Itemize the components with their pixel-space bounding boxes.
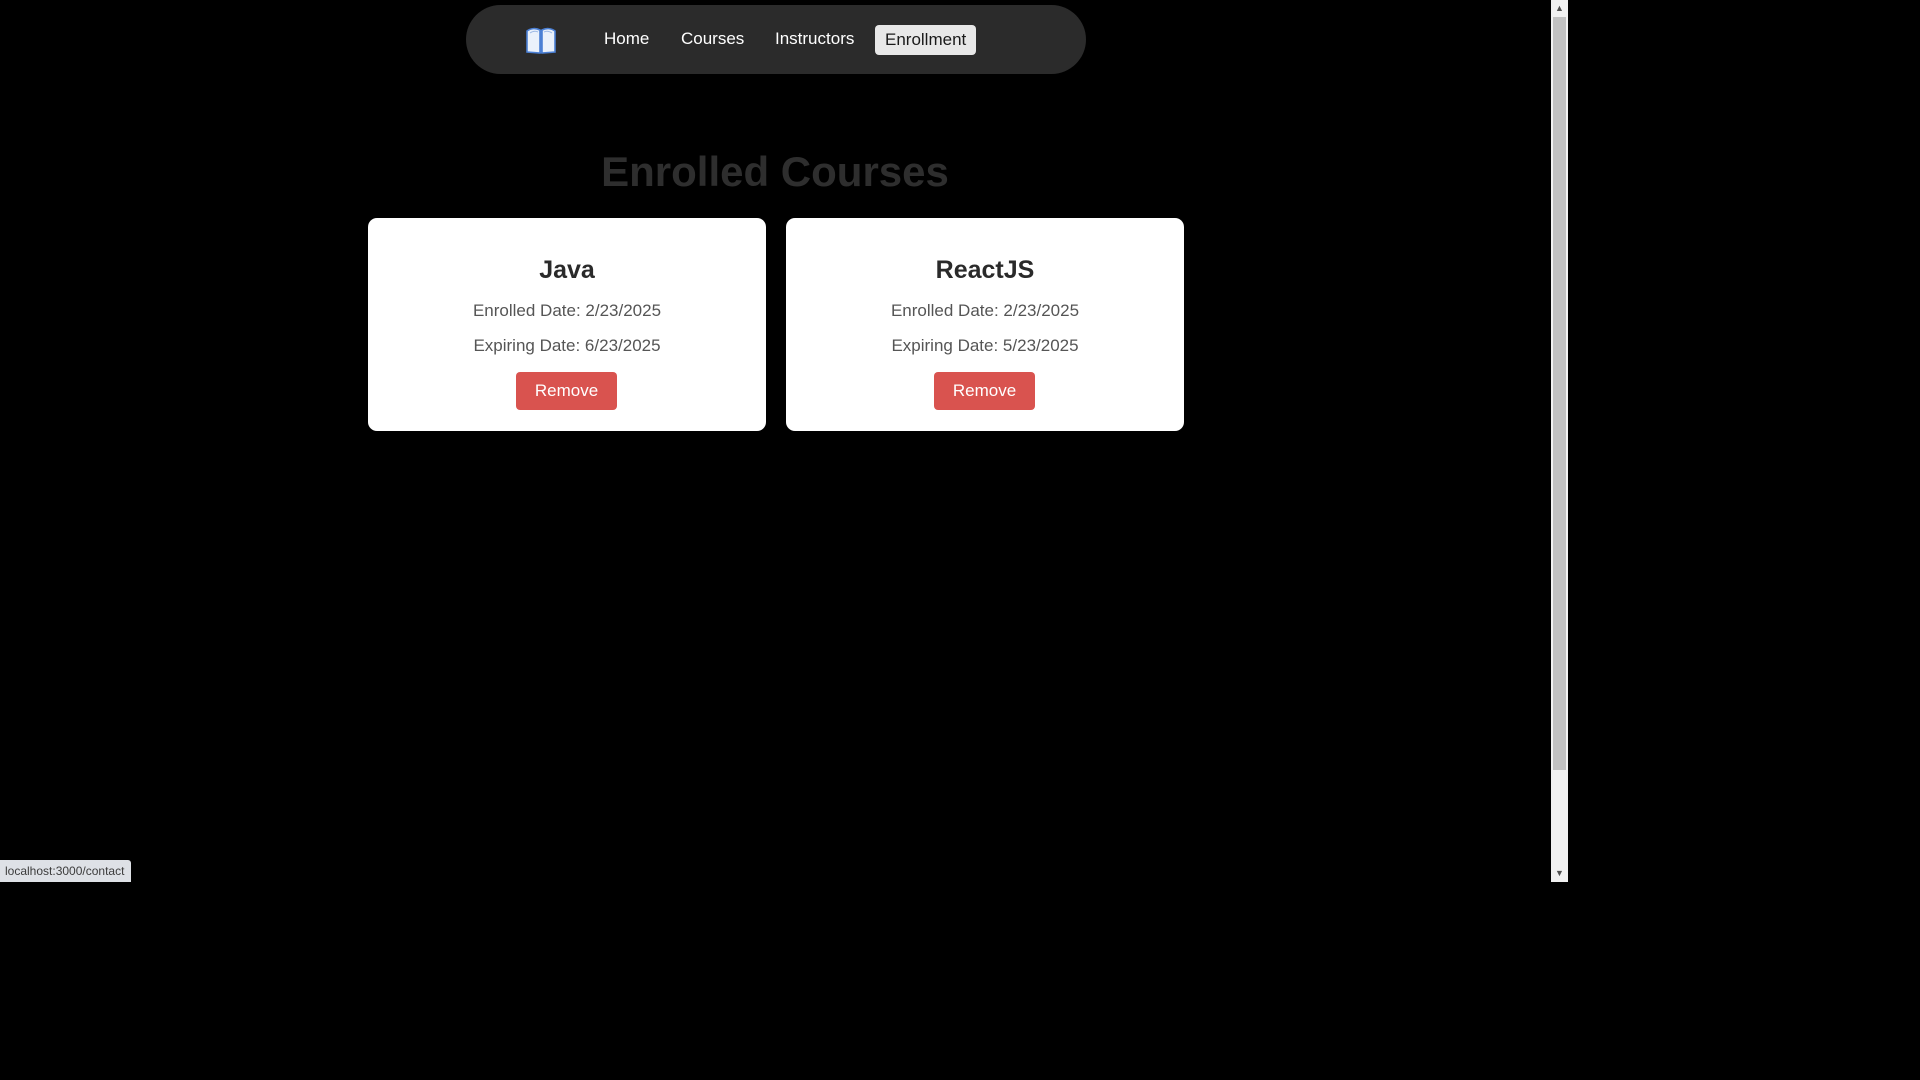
scrollbar-thumb[interactable] xyxy=(1553,17,1566,770)
expiring-date: Expiring Date: 5/23/2025 xyxy=(891,336,1079,355)
nav-link-instructors[interactable]: Instructors xyxy=(775,27,854,55)
course-card-reactjs: ReactJS Enrolled Date: 2/23/2025 Expirin… xyxy=(786,218,1184,431)
nav-link-home[interactable]: Home xyxy=(604,27,649,55)
remove-button[interactable]: Remove xyxy=(516,372,617,410)
remove-button[interactable]: Remove xyxy=(934,372,1035,410)
enrolled-date: Enrolled Date: 2/23/2025 xyxy=(890,301,1080,320)
vertical-scrollbar[interactable]: ▲ ▼ xyxy=(1551,0,1568,882)
navbar: Home Courses Instructors Enrollment xyxy=(466,5,1086,74)
enrolled-date: Enrolled Date: 2/23/2025 xyxy=(472,301,662,320)
nav-link-courses[interactable]: Courses xyxy=(681,27,744,55)
page-title: Enrolled Courses xyxy=(601,148,949,195)
course-title: ReactJS xyxy=(935,256,1035,284)
course-card-java: Java Enrolled Date: 2/23/2025 Expiring D… xyxy=(368,218,766,431)
page: Home Courses Instructors Enrollment Enro… xyxy=(0,0,1568,882)
course-title: Java xyxy=(539,256,595,284)
nav-link-enrollment[interactable]: Enrollment xyxy=(875,25,977,55)
scroll-up-arrow-icon[interactable]: ▲ xyxy=(1551,0,1568,17)
scroll-down-arrow-icon[interactable]: ▼ xyxy=(1551,865,1568,882)
status-bar-url: localhost:3000/contact xyxy=(0,860,132,882)
expiring-date: Expiring Date: 6/23/2025 xyxy=(473,336,661,355)
open-book-icon[interactable] xyxy=(525,24,557,56)
